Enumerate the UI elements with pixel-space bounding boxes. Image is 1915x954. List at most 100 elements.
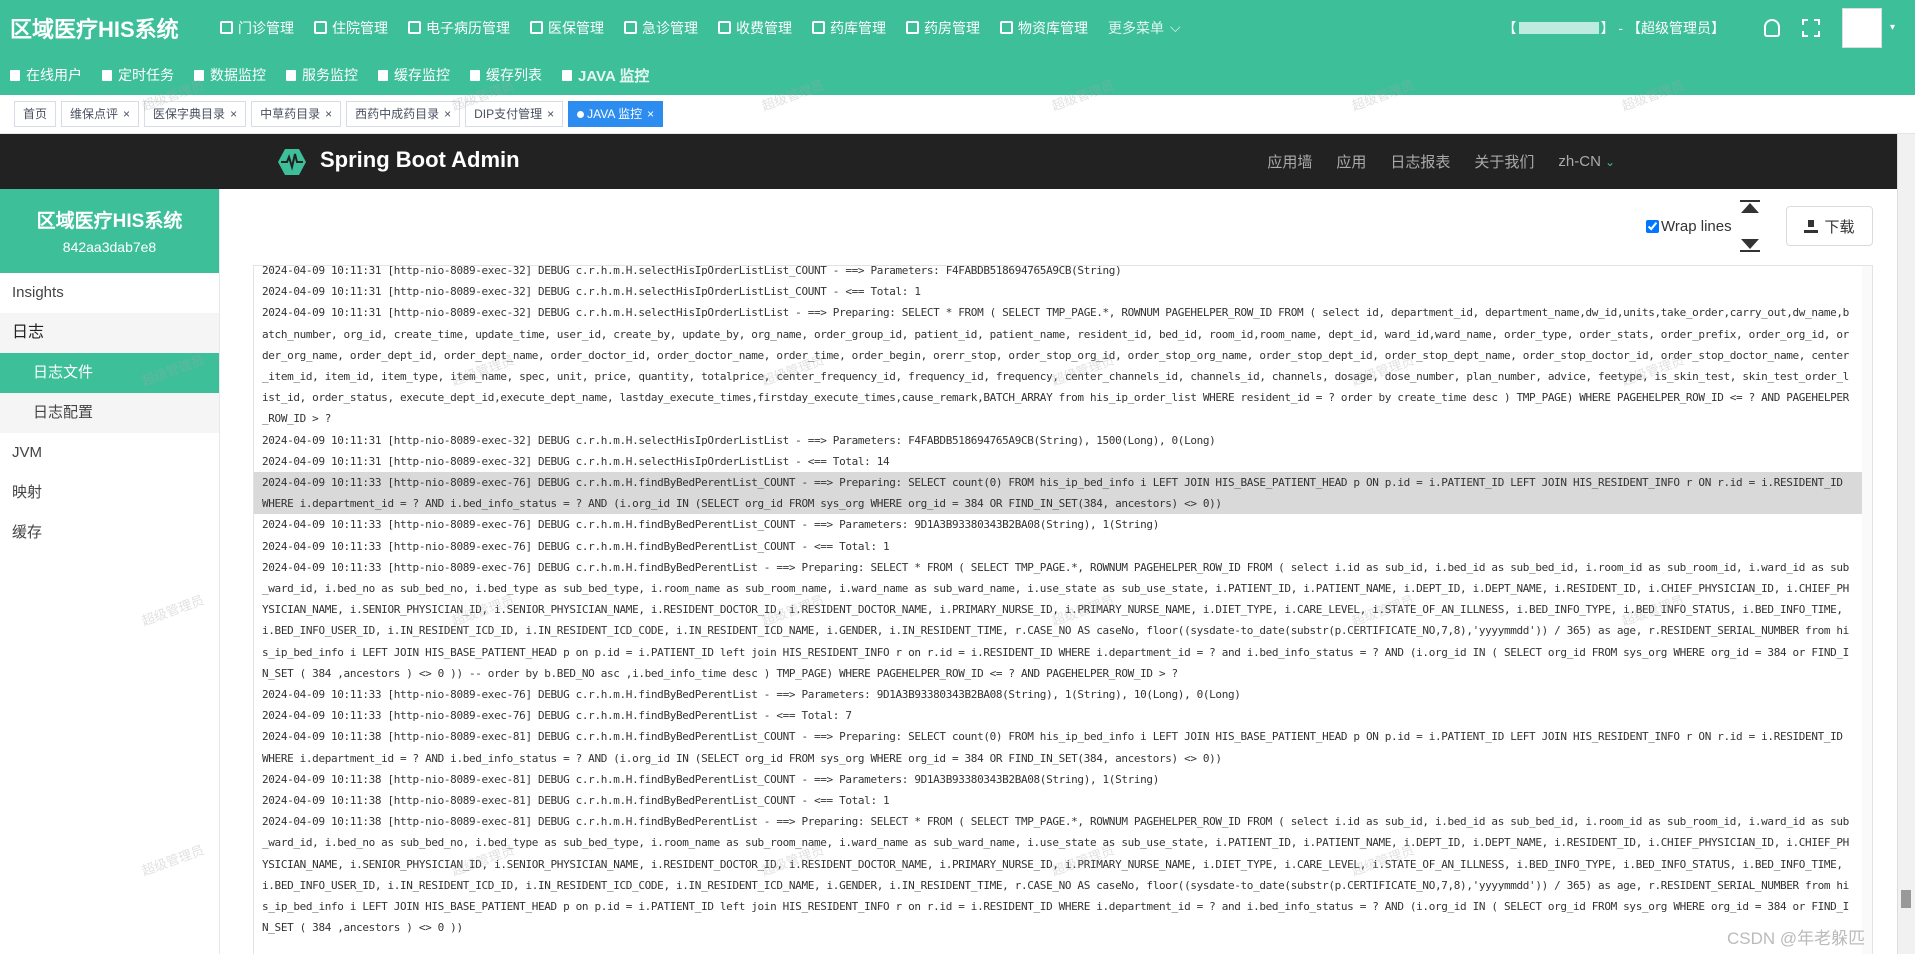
- avatar-caret-icon[interactable]: ▾: [1890, 22, 1895, 33]
- sba-nav-wallboard[interactable]: 应用墙: [1267, 151, 1312, 172]
- avatar[interactable]: [1841, 7, 1882, 48]
- log-line: 2024-04-09 10:11:38 [http-nio-8089-exec-…: [262, 794, 890, 808]
- close-icon[interactable]: ×: [325, 107, 332, 121]
- tab-western-medicine-catalog[interactable]: 西药中成药目录 ×: [346, 101, 461, 127]
- materials-icon: [1000, 21, 1013, 34]
- pharmacy-icon: [906, 21, 919, 34]
- subnav-label: 定时任务: [118, 67, 174, 83]
- sidebar-item-mappings[interactable]: 映射: [0, 473, 219, 513]
- subnav-service-monitor[interactable]: 服务监控: [276, 65, 368, 85]
- download-label: 下载: [1824, 218, 1855, 236]
- tab-java-monitor[interactable]: JAVA 监控 ×: [568, 101, 664, 127]
- download-button[interactable]: 下载: [1786, 206, 1873, 246]
- scroll-to-bottom-icon[interactable]: [1740, 238, 1760, 252]
- subnav-label: 缓存列表: [486, 67, 542, 83]
- log-line: 2024-04-09 10:11:38 [http-nio-8089-exec-…: [262, 815, 1849, 935]
- nav-inpatient[interactable]: 住院管理: [304, 0, 398, 55]
- nav-insurance[interactable]: 医保管理: [520, 0, 614, 55]
- nav-materials[interactable]: 物资库管理: [990, 0, 1098, 55]
- subnav-label: JAVA 监控: [578, 67, 650, 85]
- nav-label: 收费管理: [736, 19, 792, 36]
- nav-label: 电子病历管理: [426, 19, 510, 36]
- task-icon: [102, 69, 112, 81]
- emergency-icon: [624, 21, 637, 34]
- tab-maintenance-review[interactable]: 维保点评 ×: [61, 101, 140, 127]
- nav-emergency[interactable]: 急诊管理: [614, 0, 708, 55]
- nav-label: 药库管理: [830, 19, 886, 36]
- nav-billing[interactable]: 收费管理: [708, 0, 802, 55]
- log-scrollbar[interactable]: [1862, 266, 1872, 954]
- nav-label: 门诊管理: [238, 19, 294, 36]
- log-line: 2024-04-09 10:11:31 [http-nio-8089-exec-…: [262, 265, 1122, 277]
- sba-nav: 应用墙 应用 日志报表 关于我们 zh-CN ⌄: [1267, 134, 1615, 189]
- log-line: 2024-04-09 10:11:33 [http-nio-8089-exec-…: [262, 518, 1159, 532]
- user-prefix: 【: [1502, 19, 1517, 36]
- close-icon[interactable]: ×: [647, 107, 654, 121]
- tab-herbal-catalog[interactable]: 中草药目录 ×: [251, 101, 342, 127]
- close-icon[interactable]: ×: [123, 107, 130, 121]
- subnav-scheduled-tasks[interactable]: 定时任务: [92, 65, 184, 85]
- close-icon[interactable]: ×: [547, 107, 554, 121]
- wrap-lines-toggle[interactable]: Wrap lines: [1646, 218, 1732, 235]
- sba-nav-about[interactable]: 关于我们: [1474, 151, 1534, 172]
- wrap-lines-checkbox[interactable]: [1646, 220, 1659, 233]
- subnav-label: 在线用户: [26, 67, 82, 83]
- subnav-data-monitor[interactable]: 数据监控: [184, 65, 276, 85]
- sidebar-item-caches[interactable]: 缓存: [0, 513, 219, 553]
- instance-header: 区域医疗HIS系统 842aa3dab7e8: [0, 189, 219, 273]
- cache-icon: [378, 69, 388, 81]
- sidebar-item-jvm[interactable]: JVM: [0, 433, 219, 473]
- subnav-cache-list[interactable]: 缓存列表: [460, 65, 552, 85]
- log-line: 2024-04-09 10:11:33 [http-nio-8089-exec-…: [262, 539, 890, 553]
- nav-label: 药房管理: [924, 19, 980, 36]
- close-icon[interactable]: ×: [444, 107, 451, 121]
- tab-label: 医保字典目录: [153, 107, 226, 121]
- subnav-label: 缓存监控: [394, 67, 450, 83]
- top-icons: ▾: [1763, 0, 1895, 55]
- sba-nav-applications[interactable]: 应用: [1336, 151, 1366, 172]
- tab-dip-payment[interactable]: DIP支付管理 ×: [465, 101, 564, 127]
- sba-title[interactable]: Spring Boot Admin: [320, 147, 520, 173]
- sidebar-item-logfile[interactable]: 日志文件: [0, 353, 219, 393]
- language-label: zh-CN: [1558, 153, 1601, 170]
- sidebar-item-loggers[interactable]: 日志配置: [0, 393, 219, 433]
- user-role: 】 - 【超级管理员】: [1600, 19, 1725, 36]
- instance-title: 区域医疗HIS系统: [36, 211, 183, 232]
- scrollbar-thumb[interactable]: [1901, 890, 1911, 908]
- tab-label: 西药中成药目录: [355, 107, 440, 121]
- tab-insurance-dictionary[interactable]: 医保字典目录 ×: [144, 101, 247, 127]
- nav-emr[interactable]: 电子病历管理: [398, 0, 520, 55]
- emr-icon: [408, 21, 421, 34]
- tab-label: JAVA 监控: [587, 107, 643, 121]
- nav-outpatient[interactable]: 门诊管理: [210, 0, 304, 55]
- sba-header: Spring Boot Admin 应用墙 应用 日志报表 关于我们 zh-CN…: [0, 134, 1897, 189]
- logfile-viewer[interactable]: 2024-04-09 10:11:31 [http-nio-8089-exec-…: [253, 265, 1873, 954]
- sidebar-item-logging[interactable]: 日志: [0, 313, 219, 353]
- subnav-java-monitor[interactable]: JAVA 监控: [552, 65, 659, 86]
- sba-nav-journal[interactable]: 日志报表: [1390, 151, 1450, 172]
- log-lines: 2024-04-09 10:11:31 [http-nio-8089-exec-…: [254, 265, 1862, 939]
- nav-pharmacy[interactable]: 药房管理: [896, 0, 990, 55]
- close-icon[interactable]: ×: [230, 107, 237, 121]
- page-scrollbar[interactable]: [1897, 134, 1915, 954]
- outpatient-icon: [220, 21, 233, 34]
- nav-label: 住院管理: [332, 19, 388, 36]
- subnav-online-users[interactable]: 在线用户: [0, 65, 92, 85]
- user-info[interactable]: 【 】 - 【超级管理员】: [1503, 0, 1725, 55]
- insurance-icon: [530, 21, 543, 34]
- log-line: 2024-04-09 10:11:38 [http-nio-8089-exec-…: [262, 772, 1159, 786]
- nav-label: 急诊管理: [642, 19, 698, 36]
- tab-home[interactable]: 首页: [14, 101, 57, 127]
- fullscreen-icon[interactable]: [1801, 18, 1820, 37]
- bell-icon[interactable]: [1763, 18, 1780, 37]
- inpatient-icon: [314, 21, 327, 34]
- scroll-to-top-icon[interactable]: [1740, 200, 1760, 214]
- nav-drug-store[interactable]: 药库管理: [802, 0, 896, 55]
- subnav-label: 数据监控: [210, 67, 266, 83]
- subnav-cache-monitor[interactable]: 缓存监控: [368, 65, 460, 85]
- language-select[interactable]: zh-CN ⌄: [1558, 153, 1615, 170]
- nav-more-menu[interactable]: 更多菜单 ⌵: [1098, 0, 1191, 55]
- sidebar-item-insights[interactable]: Insights: [0, 273, 219, 313]
- log-line: 2024-04-09 10:11:31 [http-nio-8089-exec-…: [262, 285, 921, 299]
- instance-id: 842aa3dab7e8: [62, 239, 157, 255]
